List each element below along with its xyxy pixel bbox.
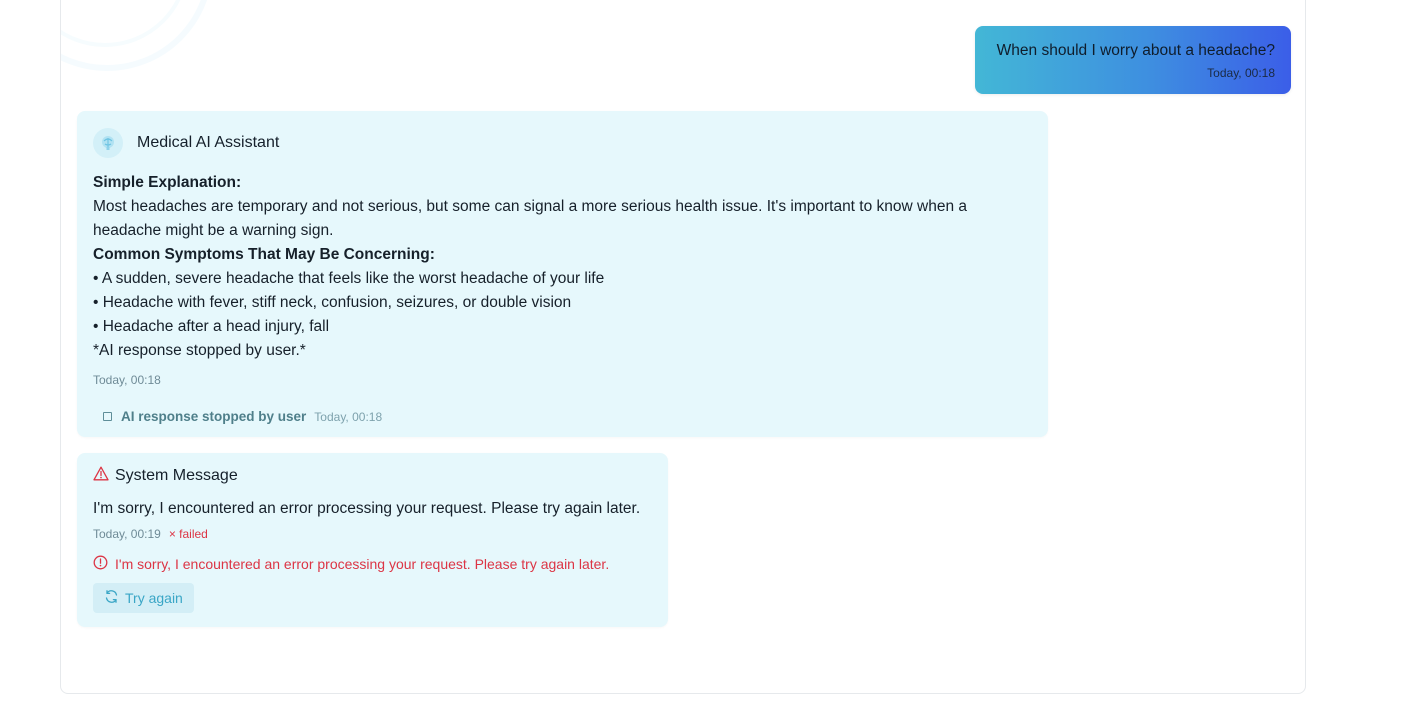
error-text: I'm sorry, I encountered an error proces… [115, 556, 610, 572]
user-message-bubble: When should I worry about a headache? To… [975, 26, 1291, 94]
system-message-header: System Message [93, 465, 652, 487]
explanation-text: Most headaches are temporary and not ser… [93, 198, 968, 239]
list-item: • A sudden, severe headache that feels l… [93, 270, 605, 287]
heading-concerning-symptoms: Common Symptoms That May Be Concerning: [93, 246, 435, 263]
assistant-message-body: Simple Explanation: Most headaches are t… [93, 171, 1032, 363]
list-item: • Headache with fever, stiff neck, confu… [93, 294, 572, 311]
try-again-label: Try again [125, 590, 183, 606]
assistant-name: Medical AI Assistant [137, 134, 280, 151]
error-circle-icon [93, 555, 108, 573]
assistant-header: Medical AI Assistant [93, 127, 1032, 159]
failed-status-badge: × failed [168, 527, 208, 541]
decorative-ring [61, 0, 213, 71]
heading-simple-explanation: Simple Explanation: [93, 174, 242, 191]
stopped-status-label: AI response stopped by user [121, 409, 307, 424]
chat-panel: When should I worry about a headache? To… [60, 0, 1306, 694]
system-message-time: Today, 00:19 [93, 527, 161, 541]
assistant-message-bubble: Medical AI Assistant Simple Explanation:… [77, 111, 1048, 437]
refresh-icon [104, 589, 119, 607]
user-message-time: Today, 00:18 [1207, 66, 1275, 80]
try-again-button[interactable]: Try again [93, 583, 194, 613]
stop-icon [103, 412, 112, 421]
stopped-status: AI response stopped by user Today, 00:18 [103, 409, 1032, 424]
brain-icon [93, 128, 123, 158]
system-message-meta: Today, 00:19 × failed [93, 527, 652, 541]
system-message-title: System Message [115, 467, 238, 484]
stopped-status-time: Today, 00:18 [314, 409, 383, 424]
user-message-text: When should I worry about a headache? [996, 42, 1275, 59]
list-item: • Headache after a head injury, fall [93, 318, 330, 335]
stopped-note: *AI response stopped by user.* [93, 342, 306, 359]
assistant-message-time: Today, 00:18 [93, 373, 161, 387]
system-message-text: I'm sorry, I encountered an error proces… [93, 500, 641, 517]
warning-icon [93, 466, 109, 486]
system-message-bubble: System Message I'm sorry, I encountered … [77, 453, 668, 627]
error-notice: I'm sorry, I encountered an error proces… [93, 555, 652, 573]
decorative-ring-inner [61, 0, 189, 47]
